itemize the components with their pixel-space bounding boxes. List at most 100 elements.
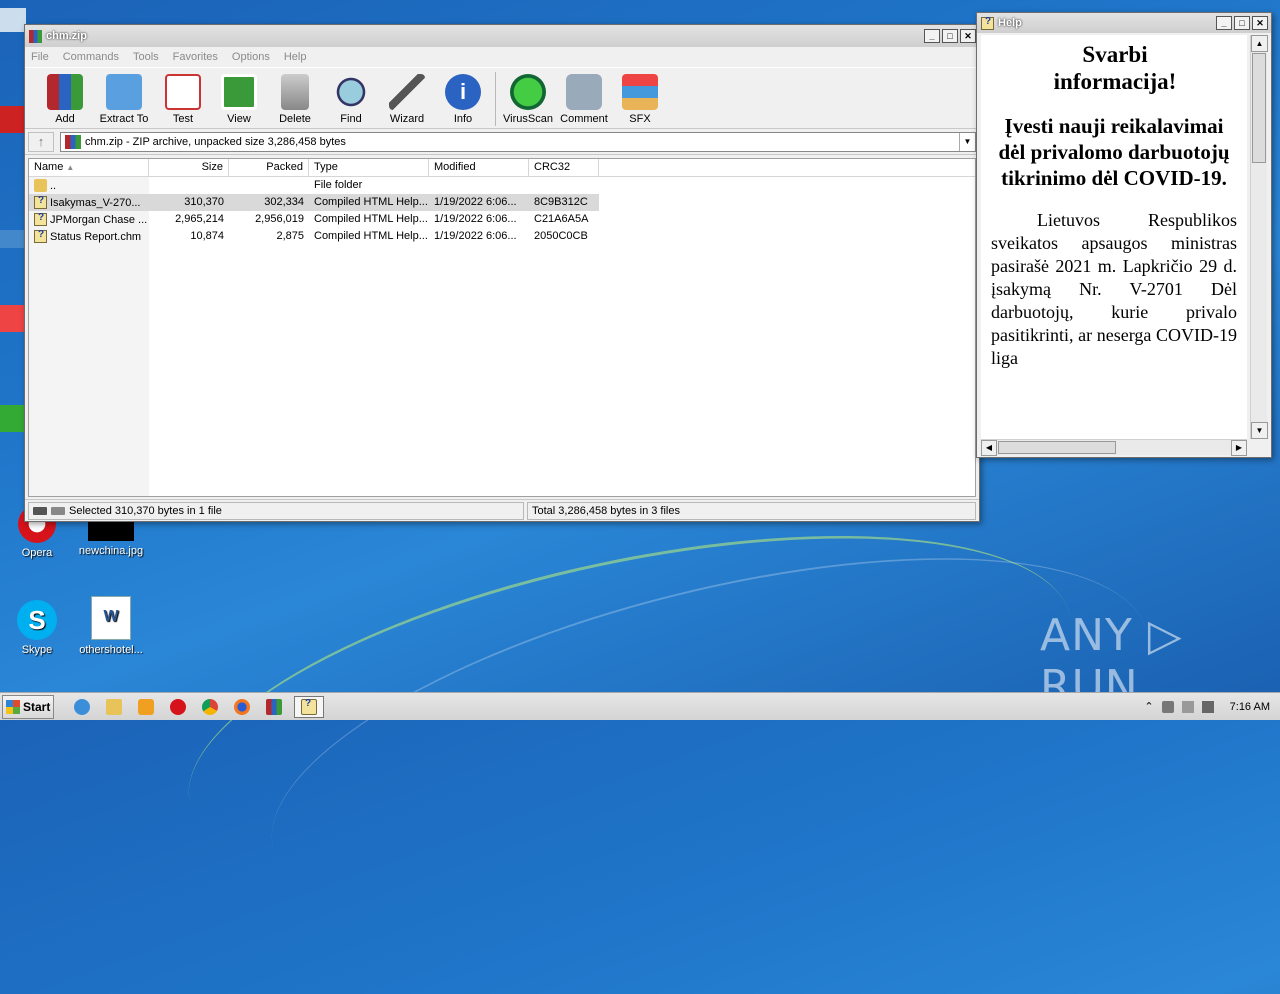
toolbar-separator xyxy=(495,72,496,126)
chm-file-icon xyxy=(34,229,47,243)
menu-help[interactable]: Help xyxy=(284,51,307,63)
maximize-button[interactable]: □ xyxy=(942,29,958,43)
help-heading: Svarbi informacija! xyxy=(1053,42,1177,94)
taskbar-chrome[interactable] xyxy=(198,696,222,718)
find-button[interactable]: Find xyxy=(323,68,379,125)
archive-path: chm.zip - ZIP archive, unpacked size 3,2… xyxy=(85,135,346,148)
scroll-thumb[interactable] xyxy=(998,441,1116,454)
menu-options[interactable]: Options xyxy=(232,51,270,63)
show-hidden-icons-icon[interactable]: ⌃ xyxy=(1144,700,1153,713)
horizontal-scrollbar[interactable]: ◀ ▶ xyxy=(981,439,1247,456)
sfx-box-icon xyxy=(622,74,658,110)
skype-icon: S xyxy=(17,600,57,640)
table-row[interactable]: JPMorgan Chase ... 2,965,214 2,956,019 C… xyxy=(29,211,975,228)
desktop-icon-skype[interactable]: S Skype xyxy=(0,600,74,656)
archive-icon xyxy=(65,134,81,149)
virusscan-button[interactable]: VirusScan xyxy=(500,68,556,125)
magnifier-icon xyxy=(333,74,369,110)
test-button[interactable]: Test xyxy=(155,68,211,125)
view-button[interactable]: View xyxy=(211,68,267,125)
title-bar[interactable]: Help _ □ ✕ xyxy=(977,13,1271,33)
up-folder-button[interactable]: ↑ xyxy=(28,131,54,152)
sfx-button[interactable]: SFX xyxy=(612,68,668,125)
chrome-icon[interactable] xyxy=(0,405,26,465)
column-type[interactable]: Type xyxy=(309,159,429,177)
wizard-button[interactable]: Wizard xyxy=(379,68,435,125)
extract-to-button[interactable]: Extract To xyxy=(93,68,155,125)
archive-path-field[interactable]: chm.zip - ZIP archive, unpacked size 3,2… xyxy=(60,131,976,152)
desktop-icon-label: othershotel... xyxy=(79,644,143,656)
add-button[interactable]: Add xyxy=(37,68,93,125)
vertical-scrollbar[interactable]: ▲ ▼ xyxy=(1250,35,1268,439)
taskbar-media-player[interactable] xyxy=(134,696,158,718)
column-size[interactable]: Size xyxy=(149,159,229,177)
info-button[interactable]: i Info xyxy=(435,68,491,125)
taskbar-firefox[interactable] xyxy=(230,696,254,718)
scroll-up-arrow-icon[interactable]: ▲ xyxy=(1251,35,1268,52)
help-content: Svarbi informacija! Įvesti nauji reikala… xyxy=(981,35,1247,439)
recycle-bin-icon[interactable] xyxy=(0,8,26,68)
chevron-down-icon[interactable]: ▼ xyxy=(959,132,975,151)
column-crc32[interactable]: CRC32 xyxy=(529,159,599,177)
close-button[interactable]: ✕ xyxy=(1252,16,1268,30)
delete-button[interactable]: Delete xyxy=(267,68,323,125)
title-bar[interactable]: chm.zip _ □ ✕ xyxy=(25,25,979,47)
taskbar: Start ⌃ 7:16 AM xyxy=(0,692,1280,720)
maximize-button[interactable]: □ xyxy=(1234,16,1250,30)
minimize-button[interactable]: _ xyxy=(1216,16,1232,30)
column-modified[interactable]: Modified xyxy=(429,159,529,177)
scroll-left-arrow-icon[interactable]: ◀ xyxy=(981,440,997,456)
column-name[interactable]: Name ▲ xyxy=(29,159,149,177)
opera-icon xyxy=(170,698,186,715)
menu-tools[interactable]: Tools xyxy=(133,51,159,63)
action-center-flag-icon[interactable] xyxy=(1181,700,1194,713)
table-row[interactable]: .. File folder xyxy=(29,177,975,194)
word-document-icon: W xyxy=(91,596,131,640)
system-tray: ⌃ 7:16 AM xyxy=(1144,700,1280,713)
table-row-selected[interactable]: Isakymas_V-270... 310,370 302,334 Compil… xyxy=(29,194,599,211)
start-button[interactable]: Start xyxy=(2,694,54,719)
table-row[interactable]: Status Report.chm 10,874 2,875 Compiled … xyxy=(29,228,975,245)
help-paragraph: Lietuvos Respublikos sveikatos apsaugos … xyxy=(991,210,1237,368)
network-icon[interactable] xyxy=(1201,700,1214,713)
acrobat-icon[interactable] xyxy=(0,106,26,166)
scroll-thumb[interactable] xyxy=(1252,53,1266,163)
winrar-icon xyxy=(29,29,42,43)
folder-extract-icon xyxy=(106,74,142,110)
close-button[interactable]: ✕ xyxy=(960,29,976,43)
winrar-window: chm.zip _ □ ✕ File Commands Tools Favori… xyxy=(24,24,980,522)
scroll-down-arrow-icon[interactable]: ▼ xyxy=(1251,422,1268,439)
taskbar-opera[interactable] xyxy=(166,696,190,718)
book-icon xyxy=(221,74,257,110)
column-packed[interactable]: Packed xyxy=(229,159,309,177)
taskbar-explorer[interactable] xyxy=(102,696,126,718)
menu-file[interactable]: File xyxy=(31,51,49,63)
clock[interactable]: 7:16 AM xyxy=(1230,701,1270,713)
taskbar-help[interactable] xyxy=(294,695,324,718)
ccleaner-icon[interactable] xyxy=(0,230,26,290)
status-selection: Selected 310,370 bytes in 1 file xyxy=(28,501,524,520)
info-icon: i xyxy=(445,74,481,110)
desktop-icon-othershotel[interactable]: W othershotel... xyxy=(74,596,148,656)
speaker-icon[interactable] xyxy=(1161,700,1174,713)
comment-button[interactable]: Comment xyxy=(556,68,612,125)
drive-icon xyxy=(33,506,47,515)
firefox-icon[interactable] xyxy=(0,305,26,365)
menu-favorites[interactable]: Favorites xyxy=(173,51,218,63)
chrome-icon xyxy=(202,698,218,715)
minimize-button[interactable]: _ xyxy=(924,29,940,43)
chm-file-icon xyxy=(34,195,47,209)
desktop-icon-label: newchina.jpg xyxy=(78,545,144,557)
trash-icon xyxy=(281,74,309,110)
scroll-right-arrow-icon[interactable]: ▶ xyxy=(1231,440,1247,456)
add-archive-icon xyxy=(47,74,83,110)
list-header: Name ▲ Size Packed Type Modified CRC32 xyxy=(29,159,975,177)
status-bar: Selected 310,370 bytes in 1 file Total 3… xyxy=(25,499,979,521)
window-title: chm.zip xyxy=(46,30,87,42)
menu-commands[interactable]: Commands xyxy=(63,51,119,63)
taskbar-ie[interactable] xyxy=(70,696,94,718)
firefox-icon xyxy=(234,698,250,715)
taskbar-winrar[interactable] xyxy=(262,696,286,718)
test-checklist-icon xyxy=(165,74,201,110)
internet-explorer-icon xyxy=(74,698,90,715)
